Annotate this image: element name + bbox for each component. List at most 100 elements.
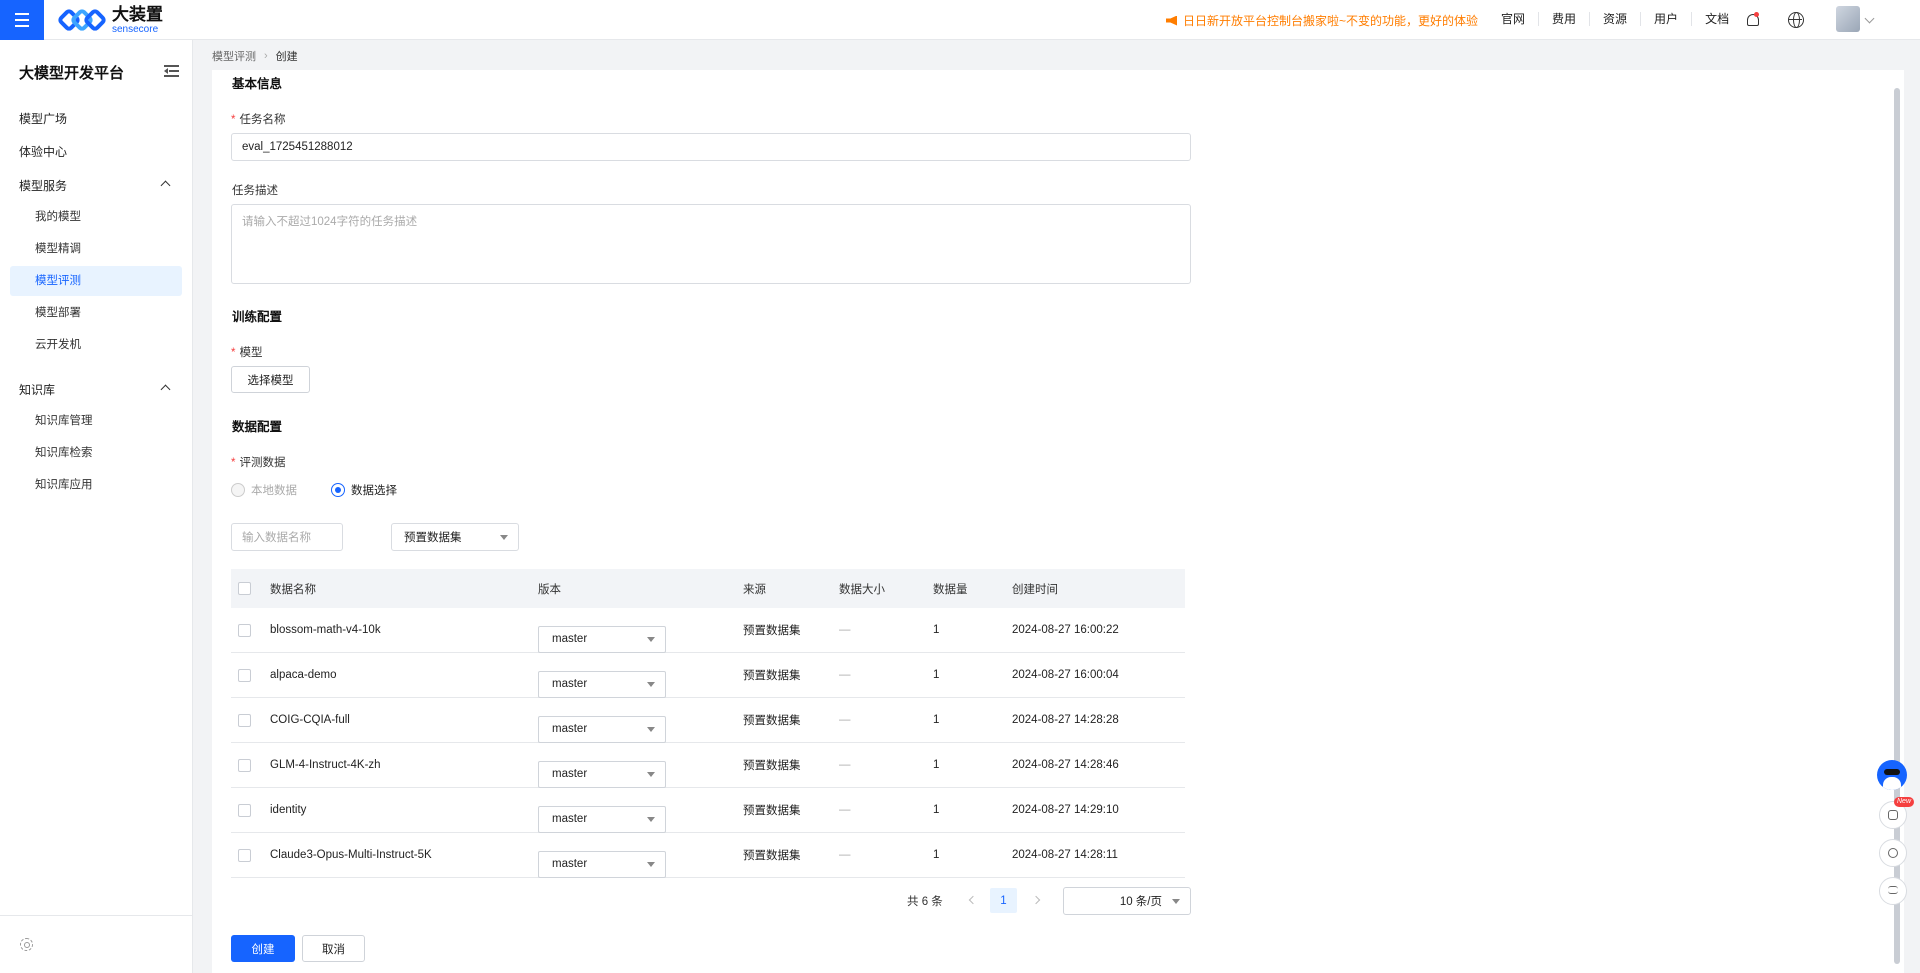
globe-icon[interactable] bbox=[1788, 12, 1804, 28]
row-count: 1 bbox=[933, 714, 940, 726]
sidebar-item-fine-tune[interactable]: 模型精调 bbox=[10, 234, 182, 264]
row-checkbox[interactable] bbox=[238, 758, 251, 772]
scrollbar[interactable] bbox=[1894, 88, 1900, 964]
notice-text: 日日新开放平台控制台搬家啦~不变的功能，更好的体验 bbox=[1183, 14, 1479, 28]
col-created: 创建时间 bbox=[1012, 583, 1058, 596]
list-icon[interactable] bbox=[1879, 877, 1907, 905]
sidebar-group-model-service[interactable]: 模型服务 bbox=[19, 177, 67, 194]
col-version: 版本 bbox=[538, 583, 561, 596]
logo-mark-icon bbox=[56, 6, 108, 34]
chevron-down-icon[interactable] bbox=[1864, 13, 1875, 24]
row-size: — bbox=[839, 804, 851, 816]
row-source: 预置数据集 bbox=[743, 760, 801, 772]
table-row[interactable]: COIG-CQIA-full master 预置数据集 — 1 2024-08-… bbox=[231, 698, 1185, 743]
table-row[interactable]: Claude3-Opus-Multi-Instruct-5K master 预置… bbox=[231, 833, 1185, 878]
pagination-total: 共 6 条 bbox=[907, 896, 943, 908]
topnav-resources[interactable]: 资源 bbox=[1589, 12, 1640, 26]
table-header: 数据名称 版本 来源 数据大小 数据量 创建时间 bbox=[231, 569, 1185, 608]
row-created: 2024-08-27 14:29:10 bbox=[1012, 804, 1119, 816]
sidebar-item-kb-manage[interactable]: 知识库管理 bbox=[10, 406, 182, 436]
row-count: 1 bbox=[933, 849, 940, 861]
version-select[interactable]: master bbox=[538, 670, 666, 698]
create-button[interactable]: 创建 bbox=[231, 935, 295, 962]
sidebar-item-my-models[interactable]: 我的模型 bbox=[10, 202, 182, 232]
row-source: 预置数据集 bbox=[743, 850, 801, 862]
headset-icon[interactable] bbox=[1879, 839, 1907, 867]
topnav-billing[interactable]: 费用 bbox=[1538, 12, 1589, 26]
bell-icon[interactable] bbox=[1744, 12, 1760, 28]
row-checkbox[interactable] bbox=[238, 668, 251, 682]
version-select[interactable]: master bbox=[538, 760, 666, 788]
section-train-config: 训练配置 bbox=[232, 310, 283, 324]
table-row[interactable]: alpaca-demo master 预置数据集 — 1 2024-08-27 … bbox=[231, 653, 1185, 698]
version-select[interactable]: master bbox=[538, 715, 666, 743]
row-size: — bbox=[839, 849, 851, 861]
row-size: — bbox=[839, 624, 851, 636]
sidebar-group-knowledge-base[interactable]: 知识库 bbox=[19, 381, 55, 398]
collapse-sidebar-icon[interactable] bbox=[164, 65, 179, 77]
notice-banner[interactable]: 日日新开放平台控制台搬家啦~不变的功能，更好的体验 bbox=[1166, 12, 1478, 29]
row-source: 预置数据集 bbox=[743, 715, 801, 727]
brand-logo[interactable]: 大装置 sensecore bbox=[56, 4, 163, 36]
version-select[interactable]: master bbox=[538, 805, 666, 833]
select-model-button[interactable]: 选择模型 bbox=[231, 366, 310, 393]
select-all-checkbox[interactable] bbox=[238, 582, 251, 595]
dataset-table: 数据名称 版本 来源 数据大小 数据量 创建时间 blossom-math-v4… bbox=[231, 569, 1185, 878]
eval-data-label: * 评测数据 bbox=[231, 457, 286, 469]
row-source: 预置数据集 bbox=[743, 625, 801, 637]
breadcrumb-parent[interactable]: 模型评测 bbox=[212, 48, 256, 64]
section-basic-info: 基本信息 bbox=[232, 77, 283, 91]
caret-down-icon bbox=[647, 862, 655, 867]
sidebar-item-experience-center[interactable]: 体验中心 bbox=[19, 143, 67, 160]
sidebar-item-kb-search[interactable]: 知识库检索 bbox=[10, 438, 182, 468]
sidebar-item-model-plaza[interactable]: 模型广场 bbox=[19, 110, 67, 127]
table-row[interactable]: blossom-math-v4-10k master 预置数据集 — 1 202… bbox=[231, 608, 1185, 653]
row-count: 1 bbox=[933, 804, 940, 816]
row-count: 1 bbox=[933, 759, 940, 771]
row-checkbox[interactable] bbox=[238, 713, 251, 727]
caret-down-icon bbox=[647, 637, 655, 642]
caret-down-icon bbox=[500, 535, 508, 540]
sidebar-item-model-deploy[interactable]: 模型部署 bbox=[10, 298, 182, 328]
assistant-mascot-icon[interactable] bbox=[1877, 760, 1907, 790]
task-desc-textarea[interactable]: 请输入不超过1024字符的任务描述 bbox=[231, 204, 1191, 284]
new-badge: New bbox=[1894, 797, 1915, 807]
topnav-official-site[interactable]: 官网 bbox=[1488, 12, 1538, 26]
sidebar-footer bbox=[0, 915, 193, 973]
topnav-docs[interactable]: 文档 bbox=[1691, 12, 1742, 26]
row-checkbox[interactable] bbox=[238, 803, 251, 817]
chevron-up-icon[interactable] bbox=[160, 384, 171, 395]
row-name: identity bbox=[270, 804, 307, 816]
cancel-button[interactable]: 取消 bbox=[302, 935, 365, 962]
avatar[interactable] bbox=[1836, 6, 1860, 32]
caret-down-icon bbox=[1172, 899, 1180, 904]
gear-icon[interactable] bbox=[20, 938, 33, 951]
col-size: 数据大小 bbox=[839, 583, 885, 596]
brand-name-en: sensecore bbox=[112, 23, 159, 35]
brand-name: 大装置 bbox=[112, 4, 163, 24]
row-name: COIG-CQIA-full bbox=[270, 714, 350, 726]
row-checkbox[interactable] bbox=[238, 623, 251, 637]
page-size-select[interactable]: 10 条/页 bbox=[1063, 887, 1191, 915]
radio-data-select[interactable]: 数据选择 bbox=[331, 482, 397, 498]
sidebar-item-kb-app[interactable]: 知识库应用 bbox=[10, 470, 182, 500]
pagination-page[interactable]: 1 bbox=[990, 888, 1017, 913]
topnav-users[interactable]: 用户 bbox=[1640, 12, 1691, 26]
task-name-input[interactable]: eval_1725451288012 bbox=[231, 133, 1191, 161]
radio-local-data: 本地数据 bbox=[231, 482, 297, 498]
menu-icon[interactable] bbox=[0, 0, 44, 40]
dataset-search-input[interactable]: 输入数据名称 bbox=[231, 523, 343, 551]
table-row[interactable]: identity master 预置数据集 — 1 2024-08-27 14:… bbox=[231, 788, 1185, 833]
dataset-type-select[interactable]: 预置数据集 bbox=[391, 523, 519, 551]
row-created: 2024-08-27 16:00:22 bbox=[1012, 624, 1119, 636]
row-count: 1 bbox=[933, 624, 940, 636]
caret-down-icon bbox=[647, 727, 655, 732]
chevron-up-icon[interactable] bbox=[160, 180, 171, 191]
sidebar-item-cloud-dev[interactable]: 云开发机 bbox=[10, 330, 182, 360]
version-select[interactable]: master bbox=[538, 850, 666, 878]
row-checkbox[interactable] bbox=[238, 848, 251, 862]
table-row[interactable]: GLM-4-Instruct-4K-zh master 预置数据集 — 1 20… bbox=[231, 743, 1185, 788]
row-size: — bbox=[839, 714, 851, 726]
sidebar-item-model-eval[interactable]: 模型评测 bbox=[10, 266, 182, 296]
version-select[interactable]: master bbox=[538, 625, 666, 653]
